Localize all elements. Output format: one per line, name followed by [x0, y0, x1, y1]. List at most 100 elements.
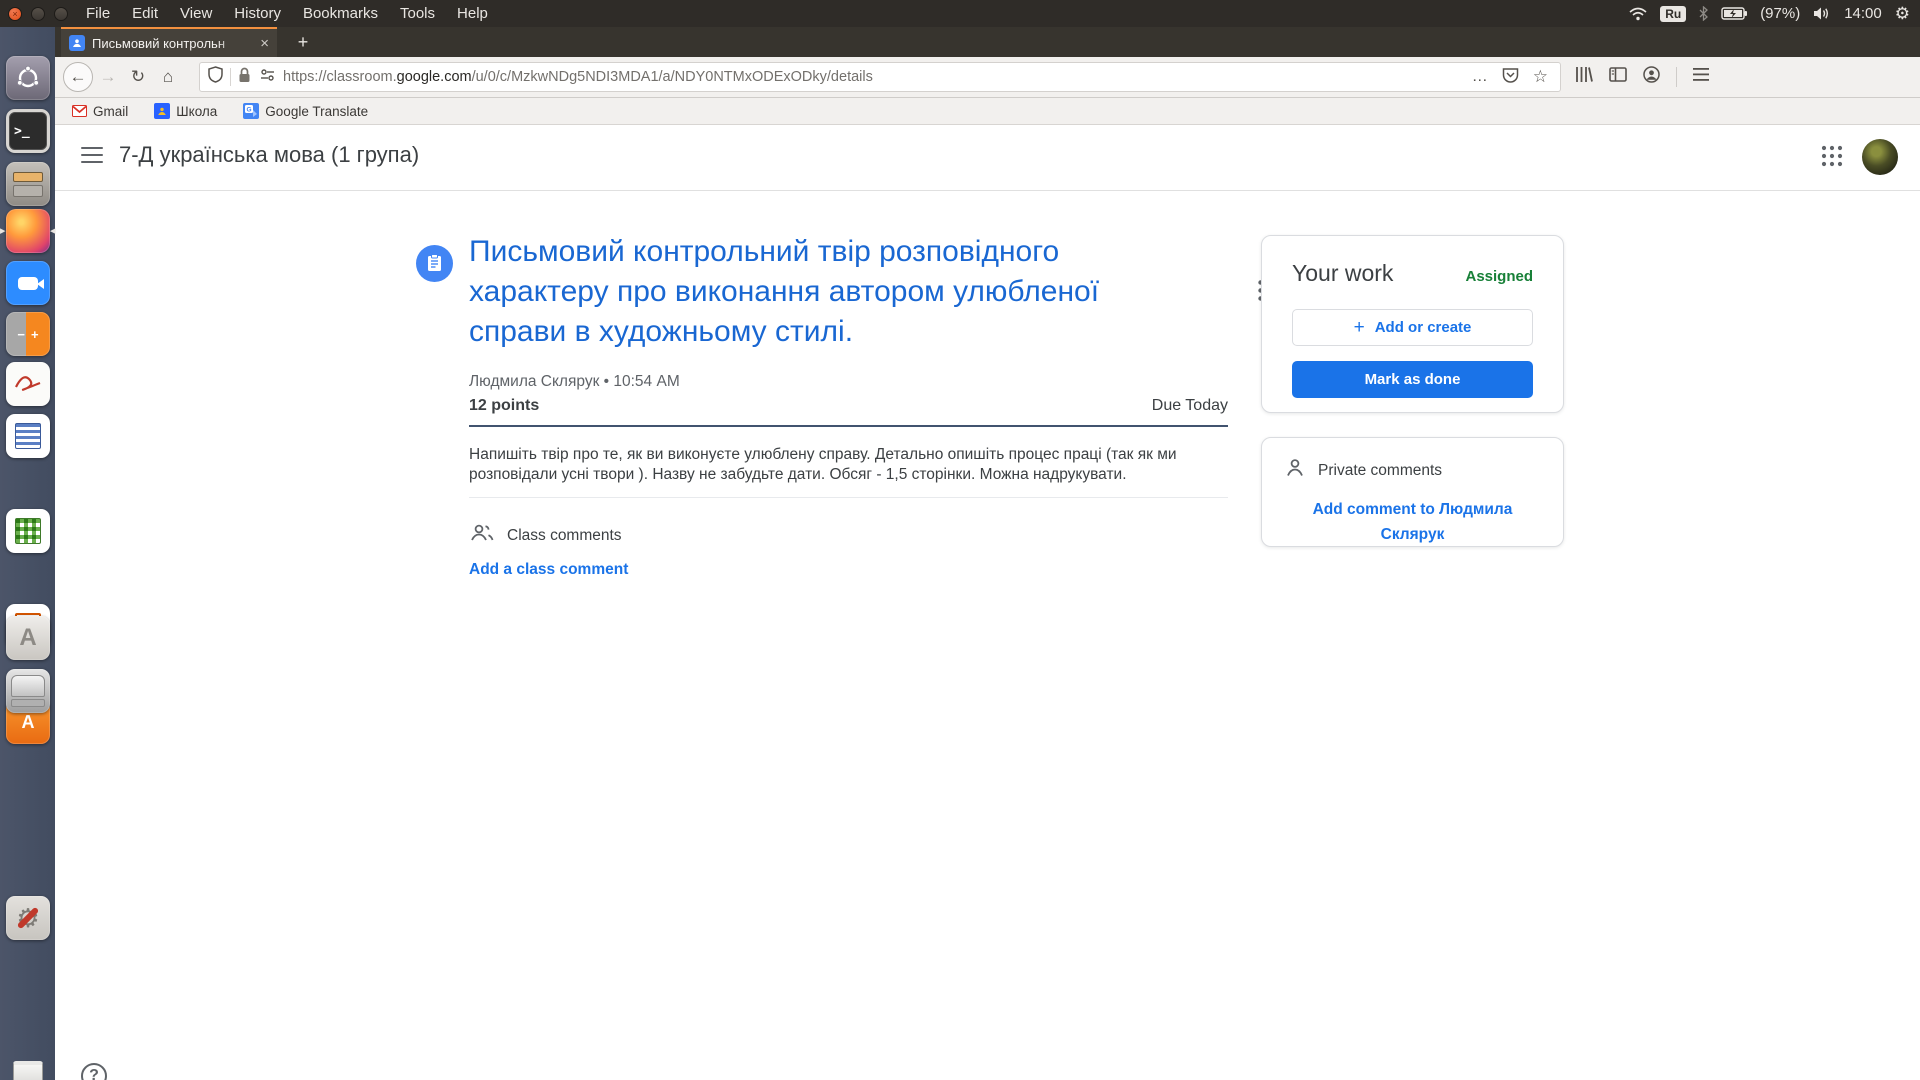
bookmark-gmail[interactable]: Gmail [71, 103, 128, 119]
class-comments-icon [469, 523, 495, 548]
assignment-divider [469, 425, 1228, 427]
help-question-glyph: ? [89, 1067, 99, 1080]
dock-file-cabinet-icon[interactable] [6, 162, 50, 206]
window-maximize-button[interactable] [54, 6, 68, 21]
urlbar-actions: … ☆ [1472, 67, 1552, 88]
menubar: File Edit View History Bookmarks Tools H… [86, 5, 488, 22]
account-icon[interactable] [1643, 66, 1660, 88]
pocket-icon[interactable] [1502, 67, 1519, 88]
bluetooth-icon[interactable] [1699, 6, 1709, 21]
dock-system-settings-icon[interactable]: ⚙ [6, 896, 50, 940]
assignment-points: 12 points [469, 397, 540, 414]
new-tab-button[interactable]: + [291, 31, 315, 55]
dock-ubuntu-icon[interactable] [6, 56, 50, 100]
class-comments-label: Class comments [507, 526, 622, 544]
bookmark-label: Google Translate [265, 103, 369, 119]
private-comments-label: Private comments [1318, 461, 1443, 479]
menu-view[interactable]: View [180, 5, 212, 22]
assignment-due: Due Today [1151, 397, 1228, 414]
back-icon: ← [69, 67, 87, 86]
clock[interactable]: 14:00 [1844, 5, 1882, 22]
battery-percent: (97%) [1760, 5, 1801, 22]
software-a-glyph: A [21, 711, 35, 732]
mark-as-done-label: Mark as done [1364, 371, 1461, 388]
tab-bar: Письмовий контрольн × + [55, 27, 1920, 57]
home-button[interactable]: ⌂ [153, 67, 183, 87]
sidebar-toggle-icon[interactable] [1609, 67, 1627, 87]
add-or-create-button[interactable]: + Add or create [1292, 309, 1533, 346]
google-translate-icon: G [243, 103, 260, 119]
dock-libreoffice-calc-icon[interactable] [6, 509, 50, 553]
tracking-protection-shield-icon[interactable] [208, 66, 223, 88]
page-actions-icon[interactable]: … [1472, 68, 1488, 86]
volume-icon[interactable] [1813, 6, 1831, 21]
assignment-author: Людмила Склярук • 10:54 AM [469, 373, 680, 390]
google-apps-grid-icon[interactable] [1821, 145, 1843, 172]
dock-anydesk-icon[interactable]: A [6, 616, 50, 660]
forward-button[interactable]: → [93, 67, 123, 87]
classroom-favicon [69, 35, 85, 51]
bookmark-star-icon[interactable]: ☆ [1533, 67, 1548, 87]
menu-help[interactable]: Help [457, 5, 488, 22]
power-gear-icon[interactable]: ⚙ [1895, 4, 1910, 24]
permissions-icon[interactable] [260, 68, 275, 87]
dock-calculator-icon[interactable]: −+ [6, 312, 50, 356]
dock-firefox-icon[interactable] [6, 209, 50, 253]
keyboard-layout-indicator[interactable]: Ru [1660, 5, 1687, 22]
dock-zoom-icon[interactable] [6, 261, 50, 305]
lock-icon[interactable] [238, 67, 251, 88]
firefox-window: Письмовий контрольн × + ← → ↻ ⌂ https://… [55, 27, 1920, 1080]
window-close-button[interactable]: × [8, 6, 22, 21]
assignment-title: Письмовий контрольний твір розповідного … [469, 235, 1100, 348]
url-text[interactable]: https://classroom.google.com/u/0/c/MzkwN… [283, 69, 1472, 85]
classroom-page: 7-Д українська мова (1 група) Письмовий … [55, 125, 1920, 1080]
menu-file[interactable]: File [86, 5, 110, 22]
dock-active-arrow-left: ▸ [0, 225, 6, 237]
url-bar[interactable]: https://classroom.google.com/u/0/c/MzkwN… [199, 62, 1561, 92]
dock-trash-icon[interactable] [6, 1056, 50, 1080]
dock-terminal-icon[interactable]: >_ [6, 109, 50, 153]
assignment-status-badge: Assigned [1465, 268, 1533, 285]
gmail-icon [71, 103, 87, 119]
add-class-comment-link[interactable]: Add a class comment [469, 561, 628, 579]
navigation-toolbar: ← → ↻ ⌂ https://classroom.google.com/u/0… [55, 57, 1920, 98]
mark-as-done-button[interactable]: Mark as done [1292, 361, 1533, 398]
course-title: 7-Д українська мова (1 група) [119, 142, 420, 167]
menu-tools[interactable]: Tools [400, 5, 435, 22]
menu-hamburger-icon[interactable] [1693, 68, 1709, 86]
dock-libreoffice-writer-icon[interactable] [6, 414, 50, 458]
assignment-icon [416, 245, 453, 282]
add-private-comment-link[interactable]: Add comment to Людмила Склярук [1295, 497, 1530, 547]
battery-icon[interactable] [1721, 7, 1748, 20]
tab-close-icon[interactable]: × [260, 35, 269, 52]
window-controls: × [8, 6, 68, 21]
user-avatar[interactable] [1862, 139, 1898, 175]
menu-history[interactable]: History [234, 5, 281, 22]
dock-active-arrow-right: ◂ [50, 225, 56, 237]
launcher-dock: >_ ▸ ◂ −+ A A ⚙ [0, 27, 56, 1080]
dock-disks-icon[interactable] [6, 669, 50, 713]
library-icon[interactable] [1575, 66, 1593, 88]
anydesk-a-glyph: A [19, 624, 37, 651]
menu-edit[interactable]: Edit [132, 5, 158, 22]
reload-button[interactable]: ↻ [123, 67, 153, 87]
active-tab[interactable]: Письмовий контрольн × [61, 27, 277, 57]
private-comments-card: Private comments Add comment to Людмила … [1261, 437, 1564, 547]
bookmarks-toolbar: Gmail Школа G Google Translate [55, 98, 1920, 125]
bookmark-shkola[interactable]: Школа [154, 103, 217, 119]
wifi-icon[interactable] [1629, 7, 1647, 21]
url-path: /u/0/c/MzkwNDg5NDI3MDA1/a/NDY0NTMxODExOD… [471, 69, 873, 85]
shkola-icon [154, 103, 171, 119]
bookmark-label: Школа [176, 103, 218, 119]
toolbar-right-icons [1575, 66, 1709, 88]
dock-document-viewer-icon[interactable] [6, 362, 50, 406]
private-comments-icon [1286, 458, 1304, 483]
system-top-bar: × File Edit View History Bookmarks Tools… [0, 0, 1920, 27]
assignment-description: Напишіть твір про те, як ви виконуєте ул… [469, 446, 1177, 483]
bookmark-google-translate[interactable]: G Google Translate [243, 103, 368, 119]
menu-bookmarks[interactable]: Bookmarks [303, 5, 378, 22]
back-button[interactable]: ← [63, 62, 93, 92]
window-minimize-button[interactable] [31, 6, 45, 21]
help-button[interactable]: ? [81, 1063, 107, 1080]
classroom-menu-icon[interactable] [81, 147, 103, 163]
